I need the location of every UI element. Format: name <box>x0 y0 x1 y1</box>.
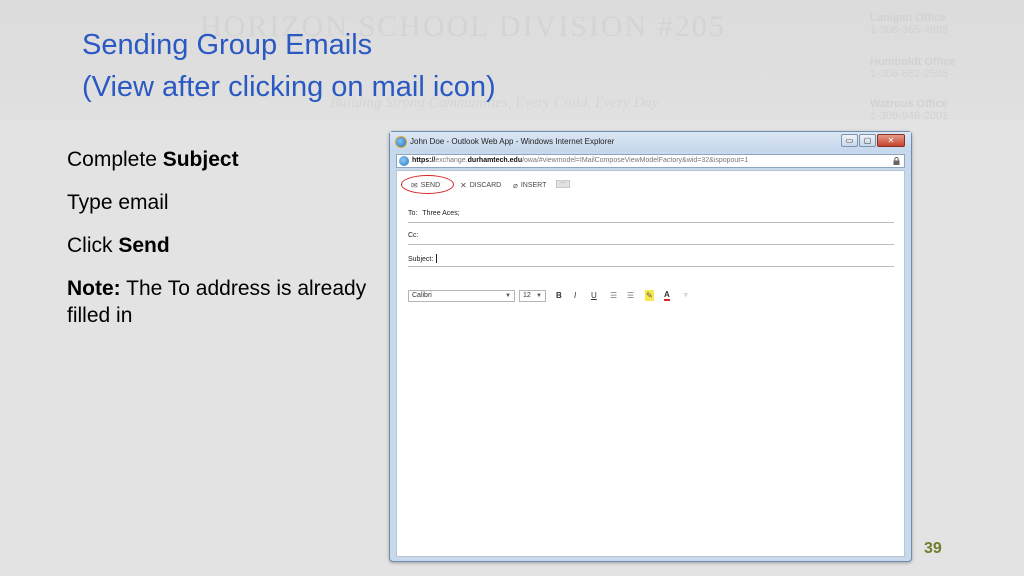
office-phone: 1-306-946-2001 <box>870 110 949 122</box>
bold-button[interactable]: B <box>556 290 562 301</box>
window-controls: ▭ ▢ ✕ <box>840 134 905 148</box>
window-titlebar[interactable]: John Doe - Outlook Web App - Windows Int… <box>390 132 911 152</box>
watermark-office-3: Watrous Office 1-306-946-2001 <box>870 98 1020 122</box>
window-title: John Doe - Outlook Web App - Windows Int… <box>410 137 615 146</box>
office-phone: 1-306-365-4888 <box>870 24 949 36</box>
to-field[interactable]: To: Three Aces; <box>408 210 894 223</box>
close-button[interactable]: ✕ <box>877 134 905 147</box>
cc-label: Cc: <box>408 232 419 239</box>
insert-label: INSERT <box>520 182 547 189</box>
chevron-down-icon: ▼ <box>536 293 542 299</box>
chevron-down-icon: ▼ <box>505 293 511 299</box>
text-cursor <box>436 254 438 263</box>
highlight-button[interactable]: ✎ <box>645 290 654 301</box>
insert-button[interactable]: ⌀ INSERT <box>513 181 546 190</box>
font-size-select[interactable]: 12 ▼ <box>519 290 546 302</box>
maximize-button[interactable]: ▢ <box>859 134 876 147</box>
instruction-item: Click Send <box>67 234 170 257</box>
instruction-list: Complete Subject Type email Click Send N… <box>67 146 367 345</box>
more-formatting-button[interactable]: ▿ <box>684 290 688 301</box>
font-color-button[interactable]: A <box>664 290 670 301</box>
to-label: To: <box>408 210 418 217</box>
formatting-toolbar: Calibri ▼ 12 ▼ B I U ☰ ☰ ✎ A ▿ <box>408 290 808 304</box>
cc-field[interactable]: Cc: <box>408 232 894 245</box>
address-url[interactable]: https://exchange.durhamtech.edu/owa/#vie… <box>412 157 748 164</box>
instruction-item: Complete Subject <box>67 148 239 171</box>
browser-window: John Doe - Outlook Web App - Windows Int… <box>389 131 912 562</box>
address-bar[interactable]: https://exchange.durhamtech.edu/owa/#vie… <box>396 154 905 168</box>
office-phone: 1-306-682-2505 <box>870 68 949 80</box>
slide-title: Sending Group Emails (View after clickin… <box>82 24 496 108</box>
discard-button[interactable]: ✕ DISCARD <box>460 181 501 190</box>
more-options-button[interactable]: ··· <box>556 180 570 188</box>
office-name: Humboldt Office <box>870 56 956 68</box>
slide-title-line2: (View after clicking on mail icon) <box>82 71 496 103</box>
site-icon <box>399 156 409 166</box>
send-label: SEND <box>420 182 441 189</box>
subject-label: Subject: <box>408 256 434 263</box>
slide-page-number: 39 <box>924 540 942 557</box>
italic-button[interactable]: I <box>574 290 576 301</box>
office-name: Lanigan Office <box>870 12 947 24</box>
to-recipients: Three Aces; <box>422 210 460 217</box>
office-name: Watrous Office <box>870 98 948 110</box>
watermark-office-1: Lanigan Office 1-306-365-4888 <box>870 12 1020 36</box>
instruction-item: Type email <box>67 191 169 214</box>
lock-icon <box>893 157 900 165</box>
subject-field[interactable]: Subject: <box>408 254 894 267</box>
close-x-icon: ✕ <box>460 181 467 190</box>
compose-pane: ✉ SEND ✕ DISCARD ⌀ INSERT ··· To: Three … <box>396 170 905 557</box>
numbered-list-button[interactable]: ☰ <box>627 290 634 301</box>
underline-button[interactable]: U <box>591 290 597 301</box>
watermark-office-2: Humboldt Office 1-306-682-2505 <box>870 56 1020 80</box>
paperclip-icon: ⌀ <box>513 181 518 190</box>
bullet-list-button[interactable]: ☰ <box>610 290 617 301</box>
minimize-button[interactable]: ▭ <box>841 134 858 147</box>
instruction-item: Note: The To address is already filled i… <box>67 277 367 327</box>
compose-toolbar: ✉ SEND ✕ DISCARD ⌀ INSERT ··· <box>397 175 904 194</box>
font-family-select[interactable]: Calibri ▼ <box>408 290 515 302</box>
discard-label: DISCARD <box>469 182 502 189</box>
envelope-icon: ✉ <box>411 181 418 190</box>
slide-title-line1: Sending Group Emails <box>82 29 373 61</box>
internet-explorer-icon <box>395 136 407 148</box>
send-button[interactable]: ✉ SEND <box>411 181 440 190</box>
